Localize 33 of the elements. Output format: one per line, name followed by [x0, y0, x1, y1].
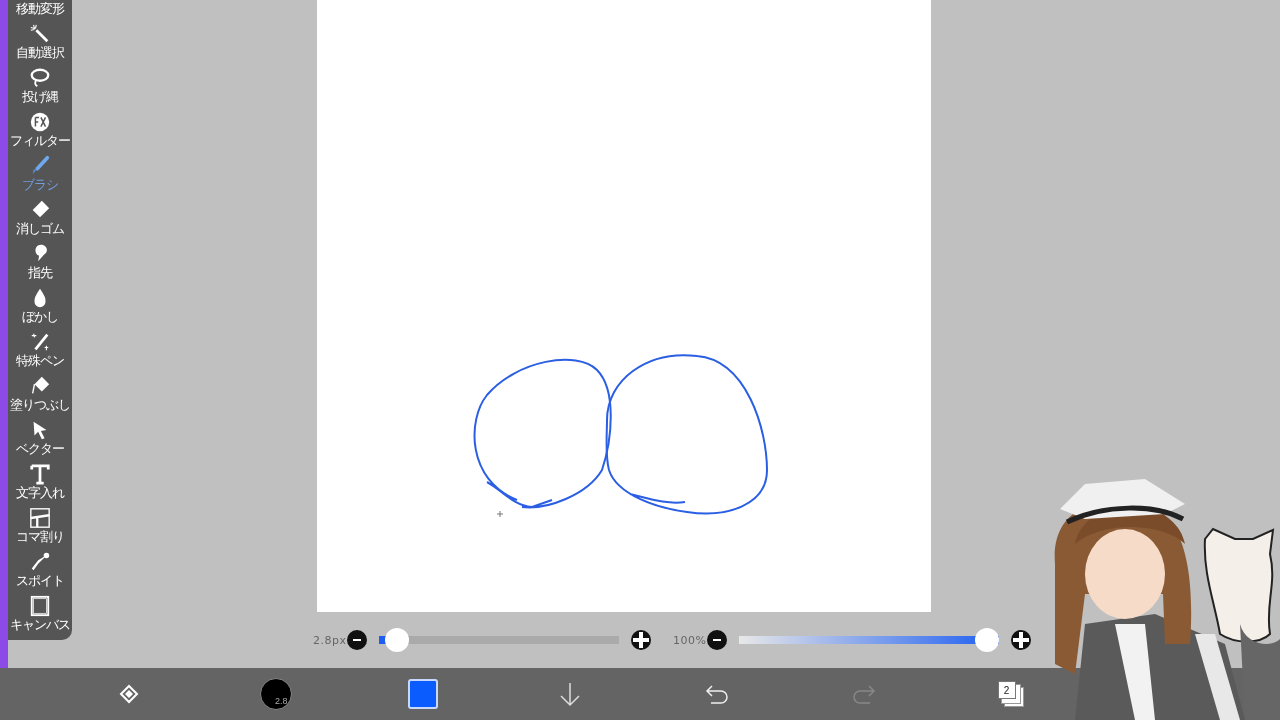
color-swatch[interactable] — [407, 679, 438, 709]
tool-button[interactable]: 投げ縄 — [22, 60, 58, 104]
tool-button[interactable]: 特殊ペン — [16, 324, 64, 368]
slider-thumb[interactable] — [385, 628, 410, 652]
brush-size-value: 2.8px — [313, 633, 347, 647]
plus-button[interactable] — [631, 630, 651, 650]
tool-button[interactable]: ぼかし — [22, 280, 58, 324]
sparkle-pen-icon — [29, 331, 51, 353]
magic-wand-icon — [29, 23, 51, 45]
tool-button[interactable]: フィルター — [10, 104, 70, 148]
tool-button[interactable]: 指先 — [28, 236, 52, 280]
tool-button[interactable]: 移動変形 — [16, 0, 64, 16]
tool-button[interactable]: スポイト — [16, 544, 64, 588]
opacity-value: 100% — [673, 633, 707, 647]
layers-button[interactable]: 2 — [997, 681, 1024, 707]
tool-button[interactable]: キャンバス — [10, 588, 70, 632]
text-tool-icon — [29, 463, 51, 485]
lasso-icon — [29, 67, 51, 89]
cursor-icon — [496, 510, 504, 518]
plus-button[interactable] — [1011, 630, 1031, 650]
tool-button[interactable]: コマ割り — [16, 500, 64, 544]
tool-button[interactable]: 文字入れ — [16, 456, 64, 500]
tool-button[interactable]: 塗りつぶし — [10, 368, 70, 412]
slider-thumb[interactable] — [975, 628, 999, 652]
eyedropper-icon — [29, 551, 51, 573]
tool-button[interactable]: 消しゴム — [16, 192, 64, 236]
canvas-icon — [29, 595, 51, 617]
tool-button[interactable]: ベクター — [16, 412, 64, 456]
fx-icon — [29, 111, 51, 133]
brush-size-button[interactable]: 2.8 — [259, 678, 292, 710]
minus-button[interactable] — [707, 630, 727, 650]
tool-button[interactable]: 自動選択 — [16, 16, 64, 60]
minus-button[interactable] — [347, 630, 367, 650]
